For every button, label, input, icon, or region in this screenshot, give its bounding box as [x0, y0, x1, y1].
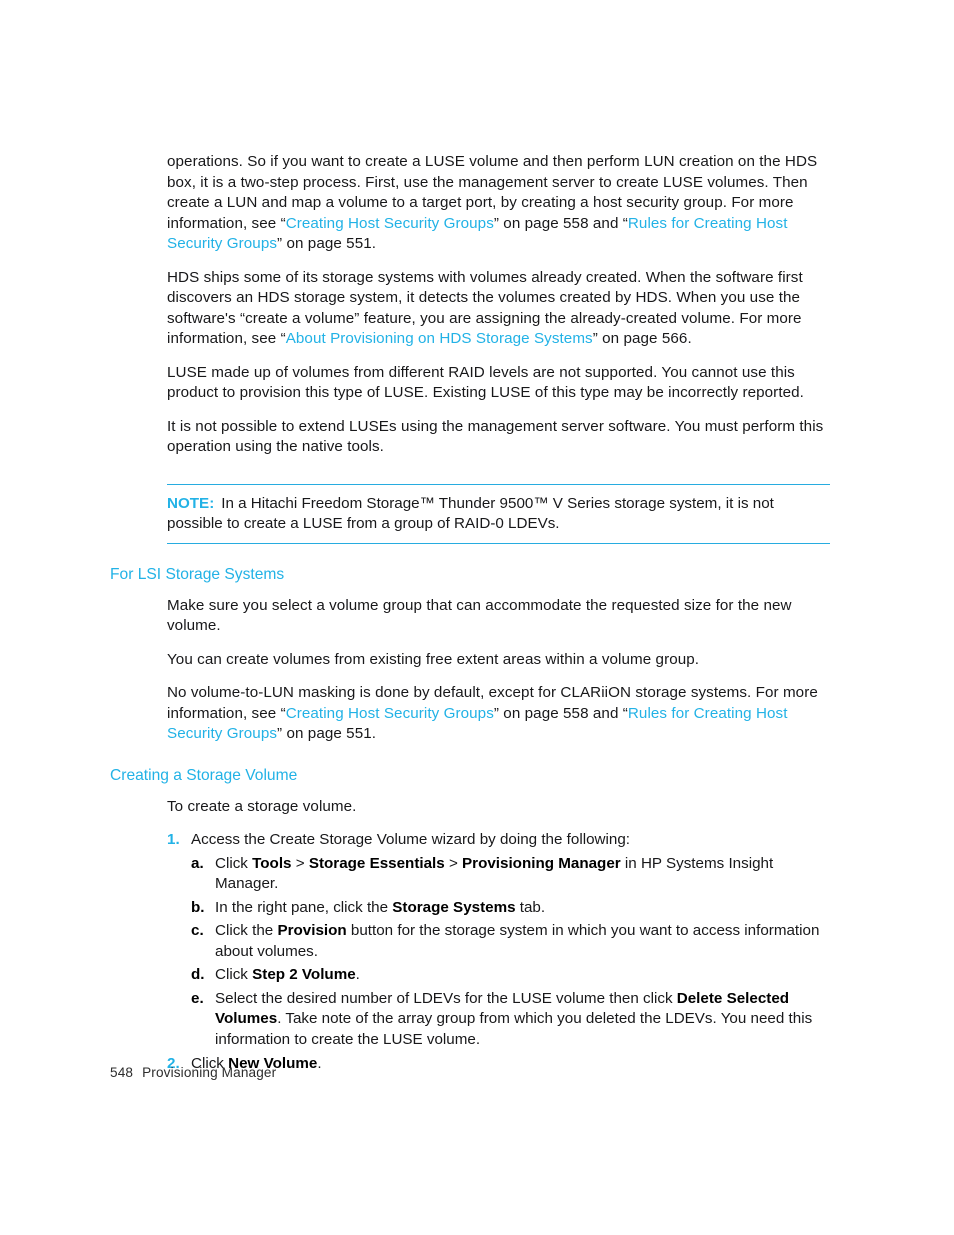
substep-marker: b. — [191, 898, 205, 916]
tab-name-storage-systems: Storage Systems — [392, 898, 516, 916]
paragraph-lsi-free-extent: You can create volumes from existing fre… — [167, 650, 700, 668]
paragraph-operations: operations. So if you want to create a L… — [110, 152, 834, 255]
heading-for-lsi-storage-systems: For LSI Storage Systems — [110, 565, 285, 583]
substep-text: > — [291, 854, 309, 872]
substep-text: Select the desired number of LDEVs for t… — [215, 989, 677, 1007]
paragraph-hds-ships: HDS ships some of its storage systems wi… — [110, 268, 834, 350]
paragraph-lsi-masking: No volume-to-LUN masking is done by defa… — [110, 683, 834, 745]
list-item-step-1: 1. Access the Create Storage Volume wiza… — [167, 830, 834, 1050]
substep-text: Click — [215, 966, 253, 983]
substep-marker: c. — [191, 922, 204, 939]
heading-creating-a-storage-volume: Creating a Storage Volume — [110, 766, 298, 784]
paragraph-text: ” on page 558 and “ — [493, 704, 628, 722]
footer-chapter-title: Provisioning Manager — [142, 1065, 277, 1080]
substep-text: Click the — [215, 922, 278, 939]
paragraph-text: ” on page 551. — [277, 725, 377, 742]
paragraph-text: ” on page 558 and “ — [493, 214, 628, 232]
page-footer: 548 Provisioning Manager — [110, 1064, 276, 1082]
substep-text: > — [444, 854, 463, 872]
substep-text: tab. — [515, 898, 546, 916]
substep-text: In the right pane, click the — [215, 898, 393, 916]
page-content: operations. So if you want to create a L… — [110, 152, 834, 1079]
paragraph-to-create-a-storage-volume: To create a storage volume. — [167, 797, 357, 815]
menu-path-tools: Tools — [252, 854, 292, 872]
list-item-substep-a: a. Click Tools > Storage Essentials > Pr… — [191, 854, 834, 895]
note-block: NOTE: In a Hitachi Freedom Storage™ Thund… — [110, 483, 834, 544]
list-item-substep-c: c. Click the Provision button for the st… — [191, 921, 834, 962]
paragraph-lsi-volume-group: Make sure you select a volume group that… — [167, 596, 792, 635]
paragraph-text: ” on page 566. — [592, 330, 692, 347]
substep-list: a. Click Tools > Storage Essentials > Pr… — [191, 854, 834, 1051]
substep-marker: d. — [191, 966, 205, 983]
button-name-provision: Provision — [277, 922, 347, 939]
note-rule-bottom — [167, 542, 830, 544]
step-text: Access the Create Storage Volume wizard … — [191, 831, 630, 848]
paragraph-text: ” on page 551. — [277, 235, 377, 252]
step-marker: 1. — [167, 831, 180, 848]
substep-text: Click — [215, 854, 253, 872]
note-label: NOTE: — [167, 494, 215, 512]
paragraph-extend-luses: It is not possible to extend LUSEs using… — [167, 417, 824, 456]
substep-marker: a. — [191, 854, 204, 872]
link-creating-host-security-groups[interactable]: Creating Host Security Groups — [286, 215, 494, 232]
substep-text: . — [355, 966, 360, 983]
document-page: operations. So if you want to create a L… — [0, 0, 954, 1235]
substep-text: . Take note of the array group from whic… — [215, 1010, 813, 1048]
footer-page-number: 548 — [110, 1065, 134, 1080]
step-text: . — [317, 1055, 322, 1072]
substep-marker: e. — [191, 989, 204, 1007]
menu-path-storage-essentials: Storage Essentials — [308, 854, 445, 872]
list-item-substep-d: d. Click Step 2 Volume. — [191, 965, 834, 986]
list-item-substep-e: e. Select the desired number of LDEVs fo… — [191, 989, 834, 1051]
note-text: In a Hitachi Freedom Storage™ Thunder 95… — [167, 494, 774, 533]
note-body: NOTE: In a Hitachi Freedom Storage™ Thund… — [167, 485, 830, 543]
link-about-provisioning-on-hds-storage-systems[interactable]: About Provisioning on HDS Storage System… — [286, 330, 593, 347]
paragraph-luse-raid-levels: LUSE made up of volumes from different R… — [167, 363, 804, 402]
list-item-substep-b: b. In the right pane, click the Storage … — [191, 898, 834, 919]
step-name-step-2-volume: Step 2 Volume — [252, 966, 356, 983]
menu-path-provisioning-manager: Provisioning Manager — [462, 854, 621, 872]
link-creating-host-security-groups[interactable]: Creating Host Security Groups — [286, 705, 494, 722]
ordered-step-list: 1. Access the Create Storage Volume wiza… — [110, 830, 834, 1075]
